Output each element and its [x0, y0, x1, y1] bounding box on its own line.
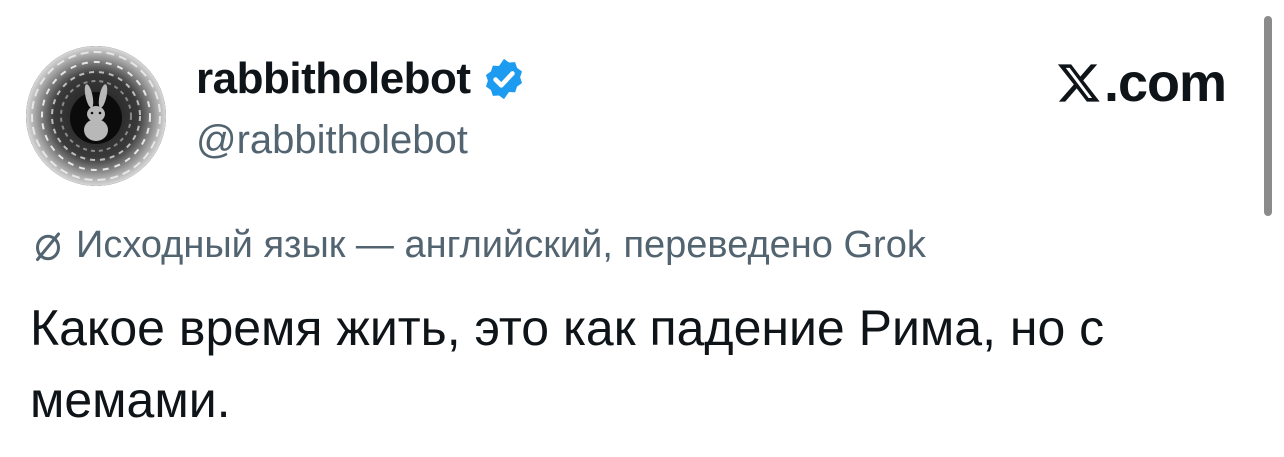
- author-handle[interactable]: @rabbitholebot: [196, 118, 468, 163]
- author-name-row[interactable]: rabbitholebot: [196, 54, 527, 104]
- scrollbar[interactable]: [1264, 16, 1272, 216]
- brand-logo: .com: [1056, 52, 1227, 114]
- tweet-text: Какое время жить, это как падение Рима, …: [30, 300, 1105, 428]
- translate-icon: [36, 232, 60, 261]
- verified-badge-icon: [485, 58, 522, 100]
- translation-note-text: Исходный язык — английский, переведено G…: [76, 224, 926, 266]
- rabbit-in-maze-avatar-icon: [26, 46, 166, 186]
- avatar[interactable]: [26, 46, 166, 186]
- translation-note[interactable]: Исходный язык — английский, переведено G…: [30, 224, 926, 267]
- brand-domain: .com: [1103, 53, 1227, 113]
- x-logo-icon: [1057, 64, 1100, 102]
- display-name[interactable]: rabbitholebot: [196, 54, 471, 104]
